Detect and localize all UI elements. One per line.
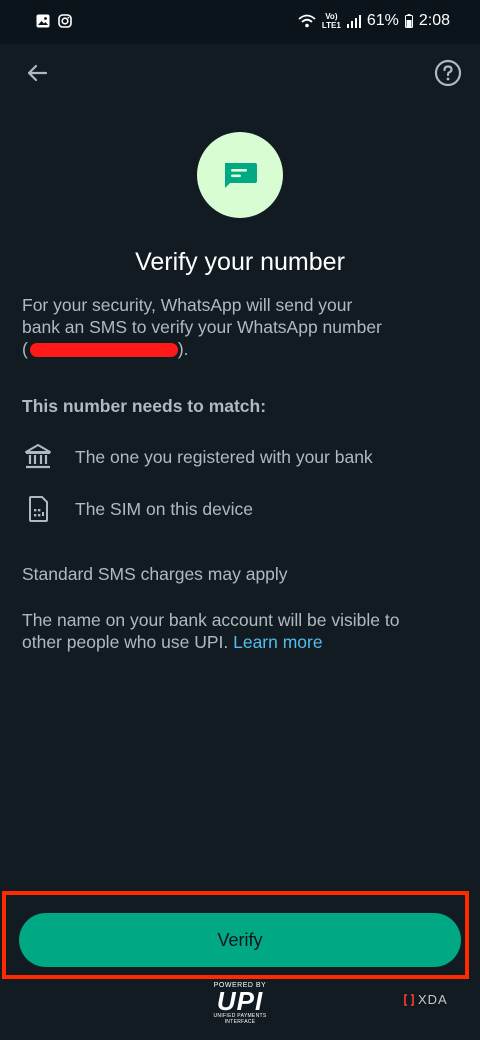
visibility-line-1: The name on your bank account will be vi… (22, 610, 400, 630)
app-bar (0, 44, 480, 104)
xda-watermark: XDA (404, 992, 448, 1007)
sim-card-icon (22, 493, 54, 525)
match-item-bank: The one you registered with your bank (22, 439, 462, 475)
match-item-sim: The SIM on this device (22, 491, 462, 527)
open-paren: ( (22, 339, 28, 359)
visibility-line-2-text: other people who use UPI. (22, 632, 234, 652)
upi-logo: POWERED BY UPI UNIFIED PAYMENTS INTERFAC… (200, 982, 280, 1025)
status-right: Vo) LTE1 61% 2:08 (298, 12, 450, 30)
network-type-label: Vo) LTE1 (322, 12, 341, 30)
help-button[interactable] (428, 53, 468, 93)
match-item-label: The SIM on this device (75, 498, 253, 519)
learn-more-link[interactable]: Learn more (233, 632, 323, 652)
close-paren: ). (177, 339, 189, 359)
clock: 2:08 (418, 12, 450, 29)
bank-icon (22, 441, 54, 473)
volte-label: Vo) (325, 12, 338, 21)
page-title: Verify your number (135, 248, 345, 276)
gallery-icon (36, 14, 50, 28)
redacted-phone-number (29, 343, 178, 358)
intro-text: For your security, WhatsApp will send yo… (22, 294, 442, 360)
verify-button[interactable]: Verify (19, 913, 461, 967)
intro-line-2: bank an SMS to verify your WhatsApp numb… (22, 317, 382, 337)
arrow-left-icon (27, 64, 48, 82)
question-mark-icon (434, 59, 462, 87)
visibility-line-2: other people who use UPI. Learn more (22, 631, 442, 653)
lte-label: LTE1 (321, 21, 341, 30)
signal-icon (346, 14, 361, 28)
upi-wordmark: UPI (216, 986, 264, 1016)
status-bar: Vo) LTE1 61% 2:08 (0, 0, 480, 44)
instagram-icon (58, 14, 72, 28)
intro-line-1: For your security, WhatsApp will send yo… (22, 295, 353, 315)
intro-line-3: (). (22, 338, 442, 360)
back-button[interactable] (17, 53, 57, 93)
wifi-icon (298, 14, 316, 28)
match-heading: This number needs to match: (22, 396, 267, 416)
upi-subtitle: UNIFIED PAYMENTS INTERFACE (213, 1013, 267, 1025)
visibility-note: The name on your bank account will be vi… (22, 609, 442, 653)
message-icon (225, 163, 257, 188)
xda-label: XDA (418, 992, 448, 1007)
hero-badge (197, 132, 283, 218)
xda-logo-icon (404, 993, 414, 1006)
status-left (36, 14, 72, 28)
battery-icon (404, 14, 413, 28)
sms-charges-note: Standard SMS charges may apply (22, 564, 288, 584)
battery-percentage: 61% (366, 12, 399, 29)
match-item-label: The one you registered with your bank (75, 446, 373, 467)
